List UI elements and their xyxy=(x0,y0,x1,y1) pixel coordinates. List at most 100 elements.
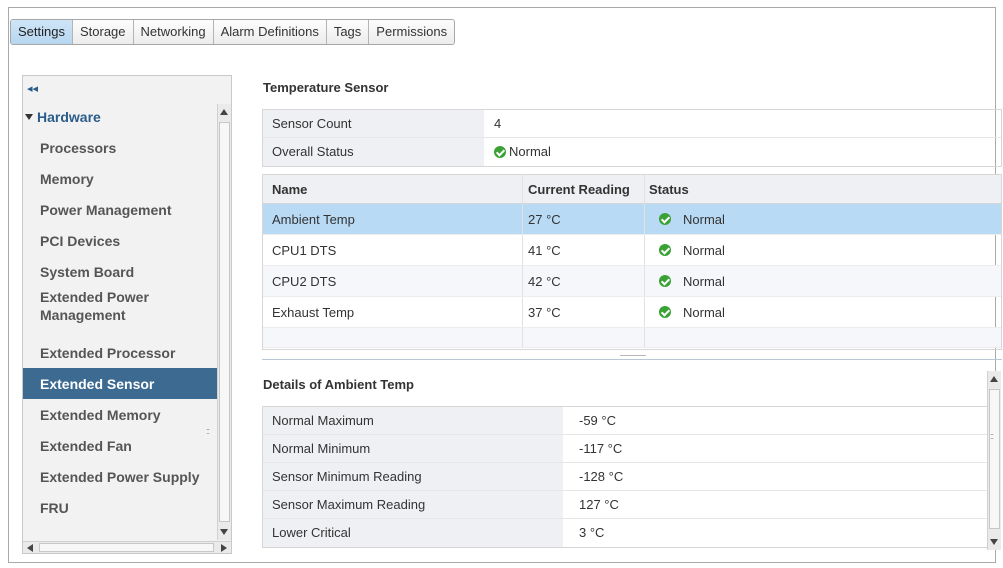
status-text: Normal xyxy=(683,211,725,227)
cell-status: Normal xyxy=(645,297,1001,327)
details-value: -128 °C xyxy=(579,468,624,484)
scroll-down-icon[interactable] xyxy=(220,529,228,535)
sidebar-item-pci-devices[interactable]: PCI Devices xyxy=(23,232,231,250)
cell-status: Normal xyxy=(645,266,1001,296)
details-key: Normal Minimum xyxy=(263,435,563,462)
status-text: Normal xyxy=(683,273,725,289)
scrollbar-thumb[interactable] xyxy=(39,543,214,552)
check-circle-icon xyxy=(659,244,671,256)
sidebar: ◂◂ Hardware Processors Memory Power Mana… xyxy=(22,75,232,554)
scrollbar-thumb[interactable] xyxy=(989,389,1000,529)
details-vertical-scrollbar[interactable]: :: xyxy=(987,371,1001,550)
table-row[interactable]: Exhaust Temp 37 °C Normal xyxy=(263,297,1001,328)
status-text: Normal xyxy=(683,242,725,258)
empty-cell xyxy=(263,328,523,347)
scroll-up-icon[interactable] xyxy=(990,376,998,382)
sidebar-item-processors[interactable]: Processors xyxy=(23,139,231,157)
summary-key: Overall Status xyxy=(263,138,484,166)
tab-tags[interactable]: Tags xyxy=(327,20,370,44)
empty-cell xyxy=(523,328,645,347)
section-title-details: Details of Ambient Temp xyxy=(263,377,414,392)
summary-value: Normal xyxy=(484,138,1001,166)
cell-reading: 42 °C xyxy=(523,266,645,296)
chevron-down-icon xyxy=(25,114,33,120)
cell-name: Exhaust Temp xyxy=(263,297,523,327)
empty-cell xyxy=(645,328,1001,347)
sidebar-group-hardware[interactable]: Hardware xyxy=(23,108,231,126)
empty-row xyxy=(263,328,1001,348)
cell-reading: 41 °C xyxy=(523,235,645,265)
details-row: Lower Critical 3 °C xyxy=(263,519,987,547)
check-circle-icon xyxy=(659,306,671,318)
details-value: 3 °C xyxy=(579,525,605,540)
sidebar-item-power-management[interactable]: Power Management xyxy=(23,201,231,219)
details-value: 127 °C xyxy=(579,496,619,512)
summary-row: Sensor Count 4 xyxy=(263,110,1001,138)
cell-status: Normal xyxy=(645,204,1001,234)
tab-storage[interactable]: Storage xyxy=(73,20,134,44)
grid-header: Name Current Reading Status xyxy=(263,175,1001,204)
scrollbar-thumb[interactable] xyxy=(219,122,230,522)
column-header-name[interactable]: Name xyxy=(263,175,523,203)
sensor-summary-table: Sensor Count 4 Overall Status Normal xyxy=(262,109,1002,167)
table-row[interactable]: CPU1 DTS 41 °C Normal xyxy=(263,235,1001,266)
summary-row: Overall Status Normal xyxy=(263,138,1001,166)
sidebar-item-extended-sensor[interactable]: Extended Sensor xyxy=(23,368,231,399)
resize-grip-icon[interactable]: :: xyxy=(206,426,210,436)
sidebar-item-extended-power-supply[interactable]: Extended Power Supply xyxy=(23,468,231,486)
details-key: Normal Maximum xyxy=(263,407,563,434)
sidebar-item-extended-fan[interactable]: Extended Fan xyxy=(23,437,231,455)
scroll-right-icon[interactable] xyxy=(221,544,227,552)
summary-value: 4 xyxy=(494,115,502,131)
cell-name: CPU2 DTS xyxy=(263,266,523,296)
details-value: -117 °C xyxy=(579,440,623,456)
collapse-sidebar-button[interactable]: ◂◂ xyxy=(23,76,231,102)
tab-settings[interactable]: Settings xyxy=(11,20,73,44)
sidebar-group-label: Hardware xyxy=(37,109,101,125)
resize-grip-icon[interactable]: :: xyxy=(990,431,994,441)
tab-alarm-definitions[interactable]: Alarm Definitions xyxy=(214,20,327,44)
table-row[interactable]: Ambient Temp 27 °C Normal xyxy=(263,204,1001,235)
details-row: Normal Maximum -59 °C xyxy=(263,407,987,435)
sidebar-item-memory[interactable]: Memory xyxy=(23,170,231,188)
scroll-up-icon[interactable] xyxy=(220,109,228,115)
sidebar-item-fru[interactable]: FRU xyxy=(23,499,231,517)
details-key: Sensor Minimum Reading xyxy=(263,463,563,490)
details-row: Normal Minimum -117 °C xyxy=(263,435,987,463)
details-key: Sensor Maximum Reading xyxy=(263,491,563,518)
tab-bar: Settings Storage Networking Alarm Defini… xyxy=(10,19,456,45)
panel-splitter[interactable] xyxy=(262,359,1002,360)
sidebar-item-system-board[interactable]: System Board xyxy=(23,263,231,281)
scroll-down-icon[interactable] xyxy=(990,539,998,545)
cell-name: CPU1 DTS xyxy=(263,235,523,265)
sidebar-vertical-scrollbar[interactable] xyxy=(217,104,231,540)
cell-status: Normal xyxy=(645,235,1001,265)
sidebar-item-extended-memory[interactable]: Extended Memory xyxy=(23,406,231,424)
sensor-grid: Name Current Reading Status Ambient Temp… xyxy=(262,174,1002,350)
sidebar-nav-list: Hardware Processors Memory Power Managem… xyxy=(23,106,231,533)
details-key: Lower Critical xyxy=(263,519,563,547)
cell-reading: 27 °C xyxy=(523,204,645,234)
section-title-temperature-sensor: Temperature Sensor xyxy=(263,80,389,95)
sidebar-horizontal-scrollbar[interactable] xyxy=(23,541,231,553)
scroll-left-icon[interactable] xyxy=(27,544,33,552)
summary-key: Sensor Count xyxy=(263,110,484,137)
column-header-status[interactable]: Status xyxy=(645,175,1001,203)
details-row: Sensor Maximum Reading 127 °C xyxy=(263,491,987,519)
tab-permissions[interactable]: Permissions xyxy=(369,20,454,44)
overall-status-text: Normal xyxy=(509,144,551,159)
check-circle-icon xyxy=(659,213,671,225)
details-row: Sensor Minimum Reading -128 °C xyxy=(263,463,987,491)
details-value: -59 °C xyxy=(579,412,616,428)
sidebar-item-extended-processor[interactable]: Extended Processor xyxy=(23,344,231,362)
cell-reading: 37 °C xyxy=(523,297,645,327)
check-circle-icon xyxy=(494,146,506,158)
details-table: Normal Maximum -59 °C Normal Minimum -11… xyxy=(262,406,988,548)
status-text: Normal xyxy=(683,304,725,320)
cell-name: Ambient Temp xyxy=(263,204,523,234)
tab-networking[interactable]: Networking xyxy=(134,20,214,44)
sidebar-item-extended-power-management[interactable]: Extended Power Management xyxy=(23,288,223,324)
column-header-current-reading[interactable]: Current Reading xyxy=(523,175,645,203)
table-row[interactable]: CPU2 DTS 42 °C Normal xyxy=(263,266,1001,297)
check-circle-icon xyxy=(659,275,671,287)
